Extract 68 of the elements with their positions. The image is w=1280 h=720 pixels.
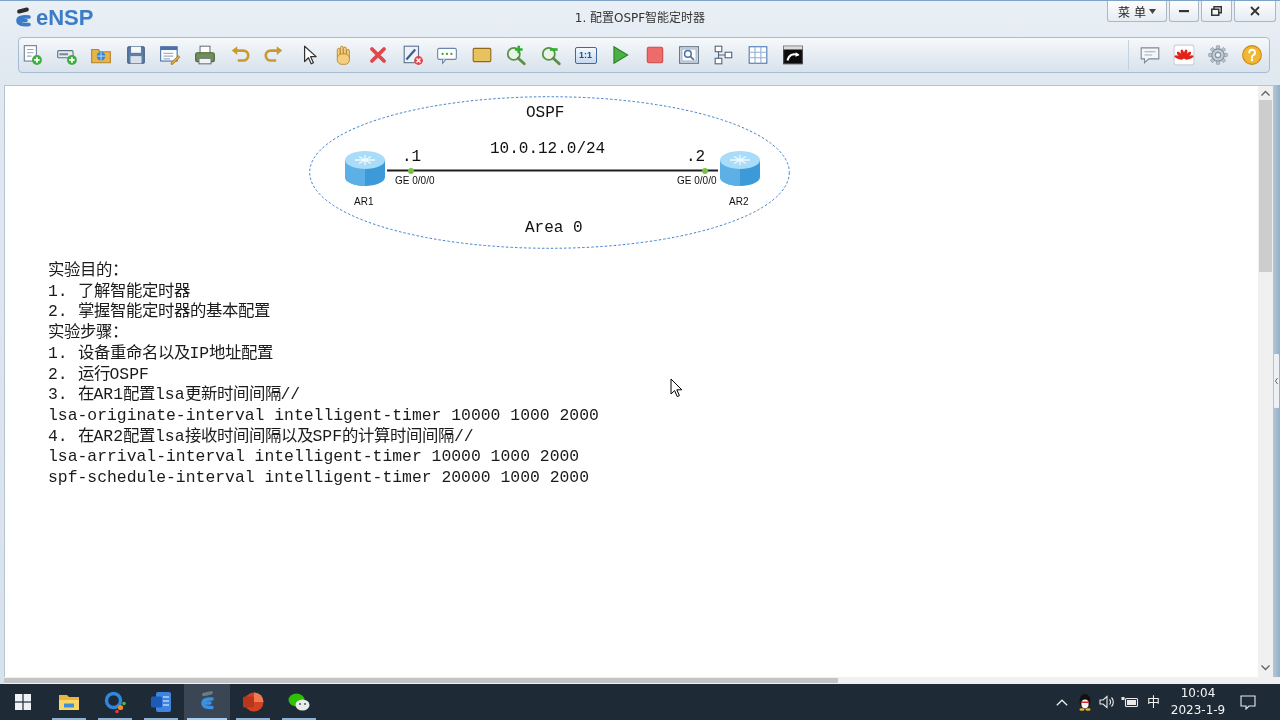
mouse-cursor-icon	[670, 378, 683, 398]
collapse-handle-icon[interactable]	[1274, 354, 1279, 408]
taskbar-app-button[interactable]	[184, 684, 230, 720]
window-title: 1. 配置OSPF智能定时器	[574, 10, 706, 26]
input-method-indicator[interactable]: 中	[1146, 694, 1160, 710]
app-name: eNSP	[36, 6, 94, 30]
presentation-icon	[241, 690, 265, 714]
note-line: 4. 在AR2配置lsa接收时间间隔以及SPF的计算时间间隔//	[48, 426, 475, 448]
penguin-icon[interactable]	[1077, 693, 1093, 711]
note-line: 2. 掌握智能定时器的基本配置	[48, 302, 271, 323]
note-line: lsa-arrival-interval intelligent-timer 10000 1000 2000	[48, 447, 581, 469]
note-line: 1. 设备重命名以及IP地址配置	[48, 343, 275, 365]
chevron-up-icon[interactable]	[1056, 698, 1068, 706]
vertical-scrollbar[interactable]	[1258, 85, 1273, 677]
capture-icon[interactable]	[678, 44, 701, 66]
ip-suffix-label: .2	[686, 148, 706, 166]
note-line: 3. 在AR1配置lsa更新时间间隔//	[48, 385, 302, 406]
device-label: AR2	[729, 196, 749, 208]
new-page-icon[interactable]	[21, 44, 43, 66]
protocol-label: OSPF	[526, 104, 565, 122]
save-icon[interactable]	[124, 44, 147, 66]
volume-icon[interactable]	[1099, 695, 1115, 709]
close-icon	[1250, 6, 1260, 16]
topology-icon[interactable]	[712, 44, 735, 66]
minimize-icon	[1179, 9, 1189, 13]
interface-label: GE 0/0/0	[395, 175, 435, 187]
battery-icon[interactable]	[1121, 696, 1139, 708]
restore-icon	[1211, 6, 1222, 16]
flower-logo-icon[interactable]	[1173, 44, 1195, 66]
ring-app-icon	[103, 690, 127, 714]
close-button[interactable]	[1234, 1, 1276, 22]
link-line[interactable]	[387, 169, 718, 172]
settings-icon[interactable]	[1207, 44, 1229, 66]
console-icon[interactable]	[782, 44, 805, 66]
zoom-out-icon[interactable]	[539, 44, 562, 66]
note-line: 实验步骤：	[48, 323, 129, 344]
help-icon[interactable]	[1241, 44, 1263, 66]
document-icon	[149, 690, 173, 714]
save-as-icon[interactable]	[159, 44, 182, 66]
grid-icon[interactable]	[747, 44, 770, 66]
scrollbar-thumb[interactable]	[1259, 100, 1272, 272]
scroll-up-icon	[1261, 90, 1270, 96]
interface-label: GE 0/0/0	[677, 175, 717, 187]
windows-logo-icon	[15, 694, 31, 710]
note-line: spf-schedule-interval intelligent-timer 20000 1000 2000	[48, 468, 590, 489]
scroll-down-icon	[1261, 665, 1270, 671]
minimize-button[interactable]	[1169, 1, 1199, 22]
note-line: 1. 了解智能定时器	[48, 281, 191, 302]
chat-icon[interactable]	[1139, 44, 1161, 66]
subnet-label: 10.0.12.0/24	[490, 140, 606, 158]
ip-suffix-label: .1	[402, 148, 422, 166]
restore-button[interactable]	[1201, 1, 1232, 22]
device-label: AR1	[354, 196, 374, 208]
notification-icon[interactable]	[1240, 694, 1256, 710]
note-line: 2. 运行OSPF	[48, 364, 150, 385]
print-icon[interactable]	[193, 44, 216, 66]
app-logo-icon	[13, 7, 33, 29]
menu-button[interactable]: 菜 单	[1107, 1, 1167, 22]
caret-icon	[1148, 8, 1156, 14]
zoom-in-icon[interactable]	[505, 44, 528, 66]
clock[interactable]: 10:04 2023-1-9	[1164, 685, 1232, 719]
horizontal-scrollbar[interactable]	[4, 677, 1280, 684]
actual-size-button[interactable]: 1:1	[574, 46, 597, 64]
scrollbar-thumb[interactable]	[4, 678, 838, 683]
area-label: Area 0	[525, 219, 583, 237]
note-line: lsa-originate-interval intelligent-timer 10000 1000 2000	[48, 405, 599, 427]
note-line: 实验目的：	[48, 261, 129, 282]
delete-link-icon[interactable]	[401, 44, 424, 66]
